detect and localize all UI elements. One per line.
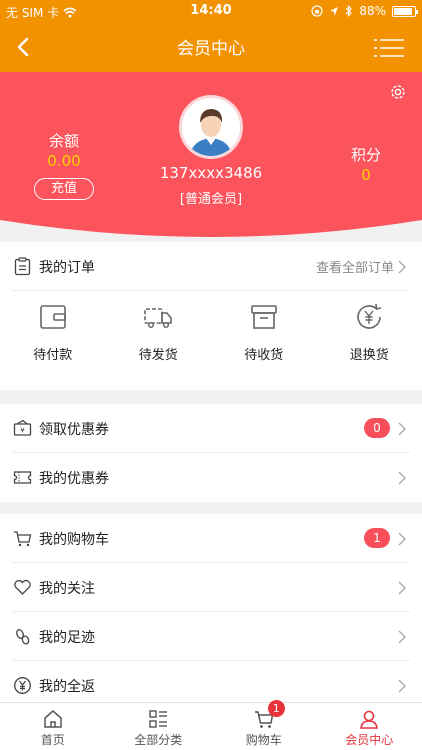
points-value: 0 [361,166,371,184]
coupons-section: ¥ 领取优惠券 0 我的优惠券 [0,404,422,502]
wallet-icon [39,305,66,329]
my-orders-row[interactable]: 我的订单 查看全部订单 [0,242,422,291]
receive-coupon-label: 领取优惠券 [39,421,109,438]
user-icon [360,710,379,729]
my-follows-row[interactable]: 我的关注 [0,563,422,612]
footprint-icon [16,628,30,645]
order-pending-payment[interactable]: 待付款 [0,295,106,379]
top-bar: 无 SIM 卡 14:40 88% 会员中心 [0,0,422,72]
cart-icon [14,531,32,547]
my-cashback-label: 我的全返 [39,678,95,695]
category-icon [149,710,168,728]
my-cart-row[interactable]: 我的购物车 1 [0,514,422,563]
divider [12,290,410,291]
bluetooth-icon [345,5,353,17]
tab-cart[interactable]: 1 购物车 [211,700,317,750]
avatar-person-icon [182,98,240,156]
order-pending-shipment-label: 待发货 [138,348,178,363]
my-coupons-label: 我的优惠券 [39,470,109,487]
my-orders-label: 我的订单 [39,259,95,276]
tab-all-categories[interactable]: 全部分类 [106,703,212,750]
my-follows-label: 我的关注 [39,580,95,597]
order-refund-label: 退换货 [349,348,389,363]
my-footprints-row[interactable]: 我的足迹 [0,612,422,661]
battery-percent: 88% [359,4,386,18]
chevron-right-icon [398,679,406,693]
chevron-right-icon [398,532,406,546]
svg-text:¥: ¥ [20,427,25,435]
tab-all-categories-label: 全部分类 [134,733,183,747]
menu-icon[interactable] [374,38,404,58]
settings-gear-icon[interactable] [388,82,408,102]
battery-icon [392,5,418,17]
chevron-right-icon [398,471,406,485]
tab-cart-badge: 1 [267,700,285,717]
member-menu-section: 我的购物车 1 我的关注 我的足迹 我的全返 [0,514,422,704]
member-level: [普通会员] [179,192,243,207]
cart-count-badge: 1 [364,528,390,548]
profile-header: 余额 0.00 充值 137xxxx3486 [普通会员] 积分 0 [0,72,422,242]
order-pending-receipt[interactable]: 待收货 [211,295,317,379]
home-icon [44,710,62,728]
tab-home[interactable]: 首页 [0,703,106,750]
page-title: 会员中心 [177,39,245,59]
chevron-right-icon [398,630,406,644]
my-footprints-label: 我的足迹 [39,629,95,646]
bottom-tab-bar: 首页 全部分类 1 购物车 会员中心 [0,700,422,750]
heart-icon [14,580,31,595]
order-refund[interactable]: 退换货 [317,295,422,379]
tab-member-center[interactable]: 会员中心 [317,703,422,750]
coupon-icon [13,471,32,484]
view-all-orders-link[interactable]: 查看全部订单 [316,257,394,276]
chevron-right-icon [398,581,406,595]
my-coupons-row[interactable]: 我的优惠券 [0,453,422,502]
order-pending-shipment[interactable]: 待发货 [106,295,212,379]
location-icon [330,6,339,16]
balance-label: 余额 [48,132,79,150]
box-icon [250,305,277,329]
member-center-page: 无 SIM 卡 14:40 88% 会员中心 余额 0.00 充值 137xxx… [0,0,422,750]
chevron-right-icon [398,422,406,436]
truck-icon [144,308,173,329]
chevron-right-icon [398,260,406,274]
orders-section: 我的订单 查看全部订单 待付款 待发货 待收货 退换货 [0,242,422,390]
tab-cart-label: 购物车 [245,733,282,747]
receive-coupon-badge: 0 [364,418,390,438]
receive-coupon-row[interactable]: ¥ 领取优惠券 0 [0,404,422,453]
order-pending-receipt-label: 待收货 [244,348,284,363]
coupon-receive-icon: ¥ [13,419,32,436]
tab-member-center-label: 会员中心 [345,733,394,747]
status-bar: 无 SIM 卡 14:40 88% [0,0,422,22]
avatar[interactable] [179,95,243,159]
clipboard-icon [14,257,31,276]
yen-icon [14,677,31,694]
points-label: 积分 [350,146,381,164]
my-cart-label: 我的购物车 [39,531,109,548]
lock-rotation-icon [311,5,323,17]
refund-icon [357,303,382,329]
tab-home-label: 首页 [40,733,65,747]
order-status-grid: 待付款 待发货 待收货 退换货 [0,295,422,379]
order-pending-payment-label: 待付款 [33,348,73,363]
